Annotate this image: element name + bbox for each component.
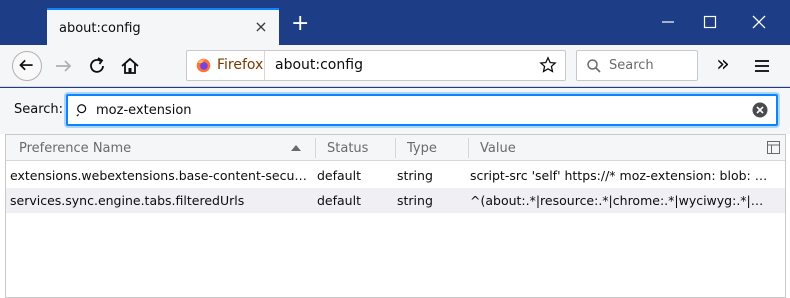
column-header-value[interactable]: Value [480, 141, 516, 156]
pref-value: ^(about:.*|resource:.*|chrome:.*|wyciwyg… [470, 193, 770, 208]
filter-search-icon [76, 104, 87, 117]
pref-type: string [397, 193, 433, 208]
filter-row: Search: moz-extension [0, 88, 790, 134]
new-tab-icon[interactable]: + [291, 13, 309, 35]
pref-type: string [397, 168, 433, 183]
tab-about-config[interactable]: about:config × [47, 8, 279, 45]
minimize-icon[interactable] [658, 12, 678, 32]
search-icon [587, 59, 601, 73]
preferences-table: Preference Name Status Type Value extens… [5, 134, 786, 298]
pref-status: default [317, 168, 361, 183]
filter-label: Search: [14, 102, 64, 117]
table-header: Preference Name Status Type Value [6, 135, 785, 161]
pref-name: services.sync.engine.tabs.filteredUrls [10, 193, 245, 208]
config-page: Search: moz-extension Preference Name St… [0, 88, 790, 298]
title-bar: about:config × + [0, 0, 790, 45]
back-button[interactable] [12, 51, 42, 81]
maximize-icon[interactable] [700, 12, 720, 32]
search-placeholder: Search [609, 58, 654, 73]
navigation-toolbar: Firefox about:config Search » [0, 45, 790, 87]
close-window-icon[interactable] [749, 12, 769, 32]
column-header-status[interactable]: Status [327, 141, 368, 156]
search-bar[interactable]: Search [576, 50, 698, 81]
column-divider[interactable] [468, 138, 469, 158]
filter-value: moz-extension [96, 103, 192, 118]
column-picker-icon[interactable] [767, 141, 780, 154]
url-bar[interactable]: Firefox about:config [186, 50, 566, 81]
back-arrow-icon [19, 59, 33, 71]
close-tab-icon[interactable]: × [253, 19, 269, 35]
table-row[interactable]: services.sync.engine.tabs.filteredUrls d… [6, 188, 785, 213]
column-divider[interactable] [315, 138, 316, 158]
table-row[interactable]: extensions.webextensions.base-content-se… [6, 163, 785, 188]
tab-title: about:config [59, 21, 141, 36]
pref-value: script-src 'self' https://* moz-extensio… [470, 168, 770, 183]
url-text[interactable]: about:config [275, 57, 363, 73]
sort-ascending-icon [291, 145, 301, 151]
menu-hamburger-icon[interactable] [750, 54, 774, 78]
firefox-logo-icon [196, 58, 211, 73]
pref-status: default [317, 193, 361, 208]
identity-label: Firefox [217, 57, 264, 73]
forward-arrow-icon[interactable] [52, 54, 76, 78]
clear-filter-icon[interactable] [752, 102, 768, 118]
home-icon[interactable] [118, 54, 142, 78]
column-header-name[interactable]: Preference Name [19, 141, 131, 156]
overflow-chevron-icon[interactable]: » [711, 54, 735, 78]
bookmark-star-icon[interactable] [539, 56, 557, 74]
identity-box[interactable]: Firefox [187, 51, 265, 80]
filter-input[interactable]: moz-extension [66, 94, 778, 126]
column-divider[interactable] [395, 138, 396, 158]
pref-name: extensions.webextensions.base-content-se… [10, 168, 310, 183]
reload-icon[interactable] [85, 54, 109, 78]
column-header-type[interactable]: Type [407, 141, 437, 156]
